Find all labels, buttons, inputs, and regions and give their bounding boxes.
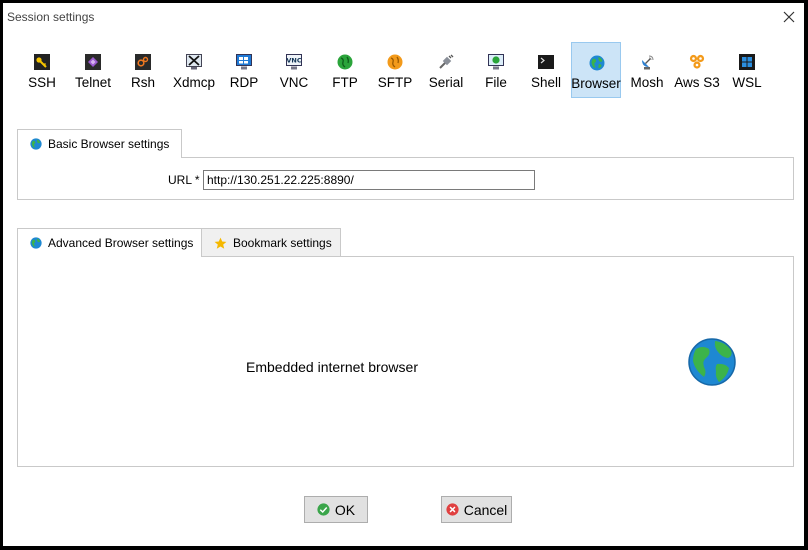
session-type-shell[interactable]: Shell (521, 42, 571, 98)
cancel-button[interactable]: Cancel (441, 496, 512, 523)
tab-label: Bookmark settings (233, 236, 332, 250)
browser-globe-icon (30, 138, 42, 150)
close-button[interactable] (774, 3, 804, 31)
window-title: Session settings (7, 10, 95, 24)
globe-icon (688, 338, 736, 386)
session-type-ssh[interactable]: SSH (17, 42, 67, 98)
tab-label: Advanced Browser settings (48, 236, 194, 250)
session-type-browser[interactable]: Browser (571, 42, 621, 98)
session-type-wsl[interactable]: WSL (722, 42, 772, 98)
tab-bookmark-settings[interactable]: Bookmark settings (201, 228, 341, 257)
session-type-rsh[interactable]: Rsh (118, 42, 168, 98)
mosh-satellite-icon (642, 55, 654, 70)
shell-terminal-icon (538, 55, 554, 69)
url-input[interactable] (203, 170, 535, 190)
session-type-mosh[interactable]: Mosh (622, 42, 672, 98)
session-type-file[interactable]: File (471, 42, 521, 98)
vnc-monitor-icon: VNC (286, 54, 302, 70)
tab-advanced-browser-settings[interactable]: Advanced Browser settings (17, 228, 202, 257)
check-circle-icon (317, 503, 330, 516)
browser-globe-icon (30, 237, 42, 249)
rsh-icon (135, 54, 151, 70)
session-type-rdp[interactable]: RDP (219, 42, 269, 98)
url-label: URL * (168, 173, 200, 187)
browser-globe-icon (589, 55, 605, 71)
star-icon (214, 237, 227, 249)
session-type-label: WSL (732, 75, 762, 90)
cancel-label: Cancel (463, 501, 508, 518)
tab-label: Basic Browser settings (48, 137, 170, 151)
session-type-serial[interactable]: Serial (421, 42, 471, 98)
xdmcp-icon (186, 54, 202, 70)
telnet-icon (85, 54, 101, 70)
windows-icon (739, 54, 755, 70)
title-bar: Session settings (3, 3, 804, 31)
serial-plug-icon (439, 54, 454, 69)
advanced-settings-panel: Embedded internet browser (17, 256, 794, 467)
ok-label: OK (334, 501, 356, 518)
sftp-icon (387, 54, 403, 70)
cancel-circle-icon (446, 503, 459, 516)
aws-s3-icon (689, 54, 705, 69)
ok-button[interactable]: OK (304, 496, 368, 523)
rdp-monitor-icon (236, 54, 252, 70)
ftp-globe-icon (337, 54, 353, 70)
session-type-aws-s3[interactable]: Aws S3 (672, 42, 722, 98)
session-type-sftp[interactable]: SFTP (370, 42, 420, 98)
session-type-vnc[interactable]: VNC VNC (269, 42, 319, 98)
session-settings-dialog: Session settings SSH Telnet Rsh Xdmcp RD… (3, 3, 804, 546)
embedded-browser-text: Embedded internet browser (246, 359, 418, 375)
key-icon (34, 54, 50, 70)
file-monitor-icon (488, 54, 504, 70)
basic-settings-panel: URL * (17, 157, 794, 200)
close-icon (783, 11, 795, 23)
session-type-toolbar: SSH Telnet Rsh Xdmcp RDP VNC VNC FTP SFT… (3, 42, 804, 100)
session-type-ftp[interactable]: FTP (320, 42, 370, 98)
svg-text:VNC: VNC (286, 57, 301, 65)
session-type-xdmcp[interactable]: Xdmcp (169, 42, 219, 98)
session-type-telnet[interactable]: Telnet (68, 42, 118, 98)
tab-basic-browser-settings[interactable]: Basic Browser settings (17, 129, 182, 158)
